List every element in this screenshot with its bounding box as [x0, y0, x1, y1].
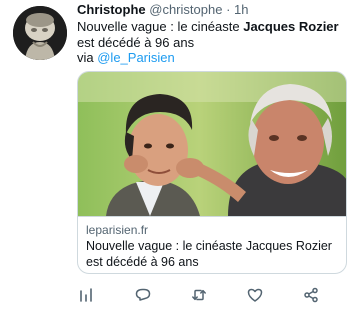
author-name[interactable]: Christophe — [77, 2, 146, 17]
card-image[interactable] — [78, 72, 346, 216]
analytics-icon[interactable] — [77, 286, 95, 304]
tweet-text-bold: Jacques Rozier — [243, 19, 339, 34]
author-handle[interactable]: @christophe — [149, 2, 222, 17]
card-title[interactable]: Nouvelle vague : le cinéaste Jacques Roz… — [86, 238, 340, 270]
tweet-header: Christophe @christophe · 1h — [77, 2, 345, 18]
action-bar — [77, 286, 337, 304]
avatar-image — [13, 6, 67, 60]
tweet-text-start: Nouvelle vague : le cinéaste — [77, 19, 244, 34]
reply-icon[interactable] — [134, 286, 152, 304]
tweet-text: Nouvelle vague : le cinéaste Jacques Roz… — [77, 19, 345, 66]
header-separator: · — [226, 2, 231, 17]
card-body: leparisien.fr Nouvelle vague : le cinéas… — [78, 216, 346, 270]
avatar[interactable] — [13, 6, 67, 60]
via-label: via — [77, 50, 98, 65]
link-card[interactable]: leparisien.fr Nouvelle vague : le cinéas… — [77, 71, 347, 274]
mention-link[interactable]: @le_Parisien — [97, 50, 175, 65]
like-icon[interactable] — [246, 286, 264, 304]
card-domain: leparisien.fr — [86, 223, 149, 237]
retweet-icon[interactable] — [190, 286, 208, 304]
share-icon[interactable] — [302, 286, 320, 304]
tweet-time[interactable]: 1h — [234, 2, 248, 17]
tweet-text-end: est décédé à 96 ans — [77, 34, 195, 50]
